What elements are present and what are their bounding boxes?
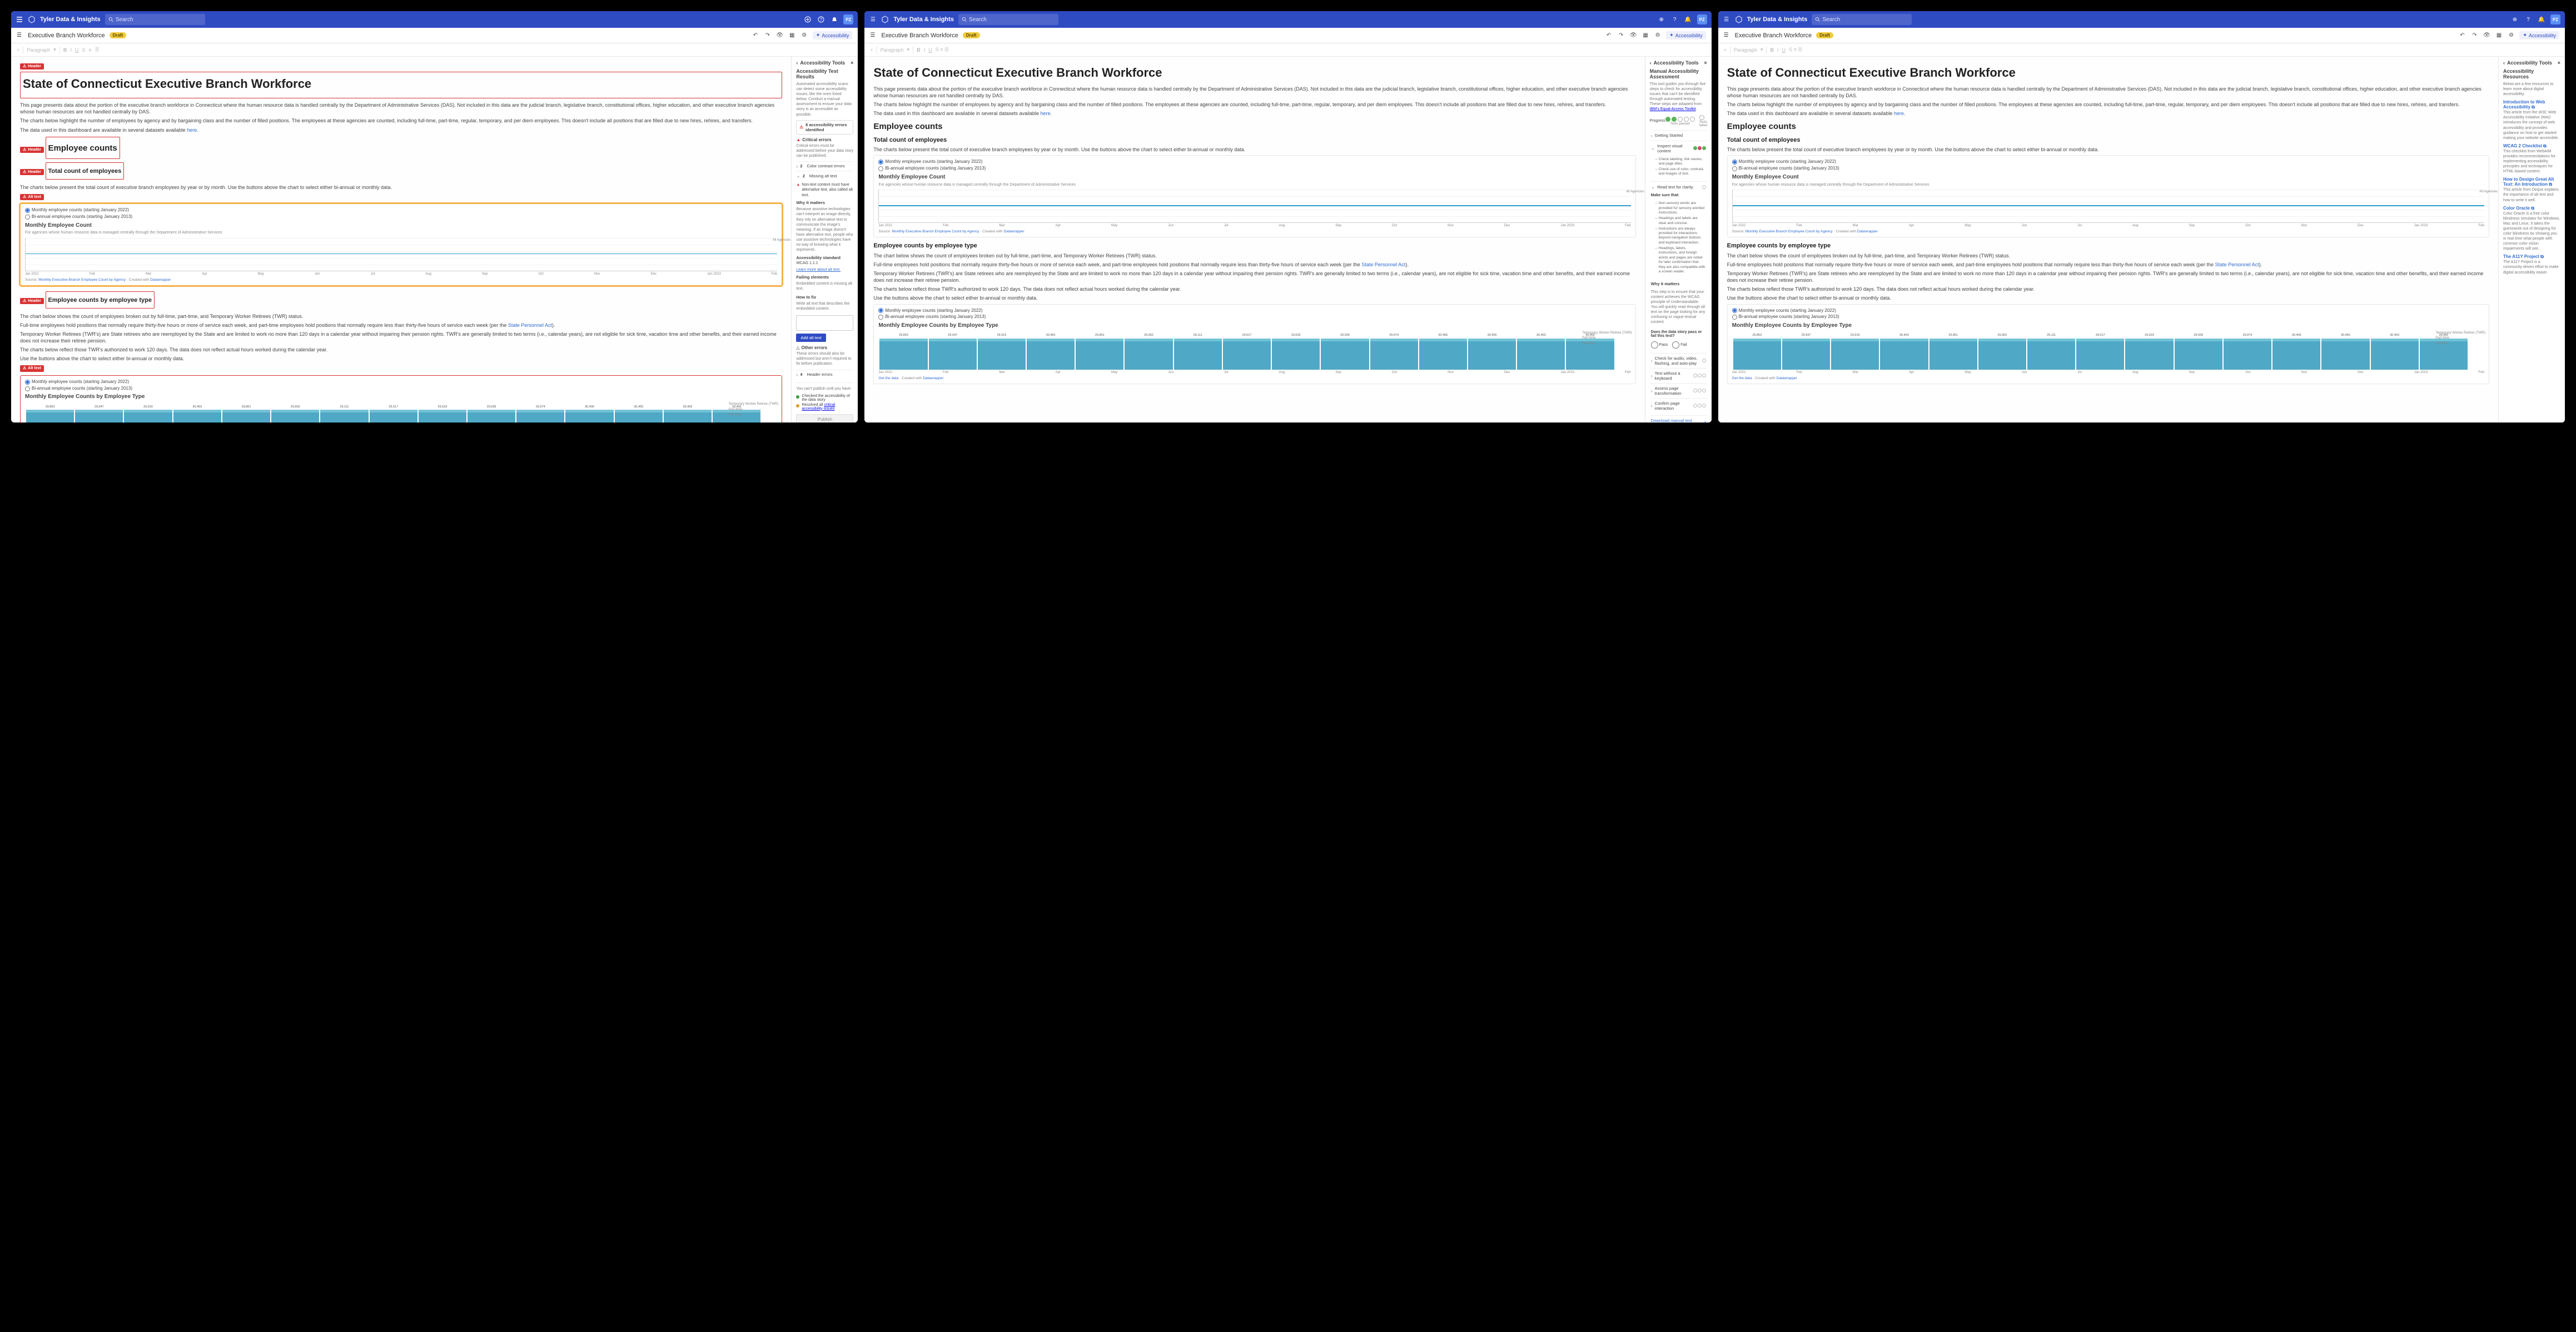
settings-icon[interactable]: ⚙ (800, 32, 808, 39)
chart1-subtitle: For agencies whose human resource data i… (25, 230, 777, 235)
chart1-source: Source: Monthly Executive Branch Employe… (25, 278, 777, 283)
strike-button[interactable]: S (82, 47, 85, 53)
list-button[interactable]: ☰ (95, 47, 100, 53)
layout-icon[interactable]: ▦ (788, 32, 796, 39)
alt-error-badge[interactable]: ⚠ Alt text (20, 194, 44, 200)
resource-link-2[interactable]: WCAG 2 Checklist ⧉ (2503, 143, 2560, 149)
brand: Tyler Data & Insights (40, 16, 101, 23)
a11y-sidebar-results: ‹Accessibility Tools× Accessibility Test… (791, 57, 858, 423)
add-alt-text-button[interactable]: Add alt text (796, 334, 826, 342)
hamburger-icon[interactable]: ☰ (17, 32, 23, 38)
format-toolbar: + Paragraph▾ B I U S ≡ ☰ (11, 43, 858, 57)
a11y-sidebar-manual: ‹Accessibility Tools× Manual Accessibili… (1645, 57, 1712, 423)
row-read-clarity[interactable]: ⌄Read text for clarity Make sure that: N… (1650, 181, 1707, 352)
topbar: Tyler Data & Insights ? PZ (11, 11, 858, 28)
h3-by-type: Employee counts by employee type (48, 296, 152, 305)
bold-button[interactable]: B (63, 47, 67, 53)
row-getting-started[interactable]: ›Getting Started (1650, 130, 1707, 141)
page-title: State of Connecticut Executive Branch Wo… (23, 76, 779, 92)
chart1-title: Monthly Employee Count (25, 222, 777, 230)
intro-paragraph-1: This page presents data about the portio… (20, 102, 782, 115)
row-inspect-visual[interactable]: ⌄Inspect visual content Check labeling, … (1650, 141, 1707, 182)
color-contrast-row[interactable]: ›2Color contrast errors (796, 161, 853, 171)
titlebar: ☰ Executive Branch Workforce Draft ↶ ↷ 👁… (11, 28, 858, 43)
resource-link-3[interactable]: How to Design Great Alt Text: An Introdu… (2503, 177, 2560, 187)
total-desc: The charts below present the total count… (20, 184, 782, 191)
bell-icon[interactable] (830, 15, 839, 24)
side-header: ‹Accessibility Tools× (796, 60, 853, 66)
alt-error-badge-2[interactable]: ⚠ Alt text (20, 365, 44, 371)
align-button[interactable]: ≡ (88, 47, 91, 53)
back-icon[interactable]: ‹ (796, 60, 798, 66)
bar-chart: Temporary Worker Retiree (TWR)Part-timeF… (25, 402, 777, 423)
plus-icon[interactable] (803, 15, 812, 24)
external-link-icon: ⧉ (2532, 105, 2535, 110)
chart2-title: Monthly Employee Counts by Employee Type (25, 393, 777, 401)
missing-alt-row[interactable]: ⌄2Missing alt text (796, 171, 853, 181)
story-content: ⚠ Header State of Connecticut Executive … (11, 57, 791, 423)
svg-text:?: ? (820, 17, 823, 22)
search-input[interactable] (116, 17, 202, 23)
here-link[interactable]: here (187, 127, 197, 133)
download-results-link[interactable]: Download manual test results⭳ (1650, 415, 1707, 423)
block-type-select[interactable]: Paragraph (27, 47, 50, 53)
intro-paragraph-2: The charts below highlight the number of… (20, 117, 782, 124)
resource-link-5[interactable]: The A11Y Project ⧉ (2503, 254, 2560, 260)
underline-button[interactable]: U (75, 47, 79, 53)
radio-biannual-2[interactable]: Bi-annual employee counts (starting Janu… (25, 386, 777, 392)
close-icon[interactable]: × (851, 60, 853, 66)
radio-biannual[interactable]: Bi-annual employee counts (starting Janu… (25, 214, 777, 220)
h2-employee-counts: Employee counts (48, 143, 117, 154)
accessibility-button[interactable]: ✦Accessibility (813, 31, 853, 39)
header-errors-row[interactable]: ›4Header errors (796, 370, 853, 379)
header-error-badge-2[interactable]: ⚠ Header (20, 147, 44, 153)
header-error-badge[interactable]: ⚠ Header (20, 63, 44, 69)
avatar[interactable]: PZ (843, 14, 853, 24)
row-audio[interactable]: ›Check for audio, video, flashing, and a… (1650, 353, 1707, 368)
row-transformation[interactable]: ›Assess page transformation (1650, 383, 1707, 398)
row-confirm[interactable]: ›Confirm page interaction (1650, 398, 1707, 413)
logo-icon (28, 16, 36, 23)
chart2-card[interactable]: Monthly employee counts (starting Januar… (20, 375, 782, 423)
panel-3: ☰Tyler Data & Insights⊕?🔔PZ ☰Executive B… (1718, 11, 2565, 423)
fail-radio[interactable]: Fail (1672, 341, 1687, 349)
header-error-badge-4[interactable]: ⚠ Header (20, 298, 44, 304)
resource-link-4[interactable]: Color Oracle ⧉ (2503, 206, 2560, 211)
radio-monthly-2[interactable]: Monthly employee counts (starting Januar… (25, 379, 777, 385)
help-icon[interactable]: ? (817, 15, 825, 24)
doc-title: Executive Branch Workforce (28, 32, 105, 39)
download-icon: ⭳ (1704, 419, 1706, 423)
menu-icon[interactable] (16, 16, 23, 23)
undo-icon[interactable]: ↶ (752, 32, 759, 39)
errors-alert: ⚠8 accessibility errors identified (796, 120, 853, 135)
line-chart: All Agencies (25, 238, 777, 271)
learn-more-link[interactable]: Learn more about alt text. (796, 267, 853, 272)
x-axis: Jan 2022FebMarAprMayJunJulAugSepOctNovDe… (25, 271, 777, 277)
panel-2: ☰Tyler Data & Insights⊕?🔔PZ ☰Executive B… (864, 11, 1711, 423)
publish-button[interactable]: Publish (796, 414, 853, 423)
radio-monthly[interactable]: Monthly employee counts (starting Januar… (25, 207, 777, 213)
a11y-icon: ✦ (816, 32, 820, 38)
pass-radio[interactable]: Pass (1651, 341, 1668, 349)
a11y-sidebar-resources: ‹Accessibility Tools× Accessibility Reso… (2498, 57, 2565, 423)
add-block-icon[interactable]: + (17, 47, 19, 53)
resource-link-1[interactable]: Introduction to Web Accessibility ⧉ (2503, 100, 2560, 110)
personnel-act-link[interactable]: State Personnel Act (508, 322, 552, 328)
draft-badge: Draft (110, 32, 127, 38)
h3-total: Total count of employees (48, 167, 122, 176)
italic-button[interactable]: I (70, 47, 72, 53)
intro-paragraph-3: The data used in this dashboard are avai… (20, 127, 782, 133)
alt-text-input[interactable] (796, 315, 853, 331)
row-no-keyboard[interactable]: ›Test without a keyboard (1650, 368, 1707, 383)
search-box[interactable] (105, 14, 205, 25)
redo-icon[interactable]: ↷ (764, 32, 772, 39)
header-error-badge-3[interactable]: ⚠ Header (20, 169, 44, 175)
search-icon (108, 17, 113, 22)
chart1-card[interactable]: Monthly employee counts (starting Januar… (20, 203, 782, 285)
preview-icon[interactable]: 👁 (776, 32, 784, 39)
panel-1: Tyler Data & Insights ? PZ ☰ Executive B… (11, 11, 858, 423)
